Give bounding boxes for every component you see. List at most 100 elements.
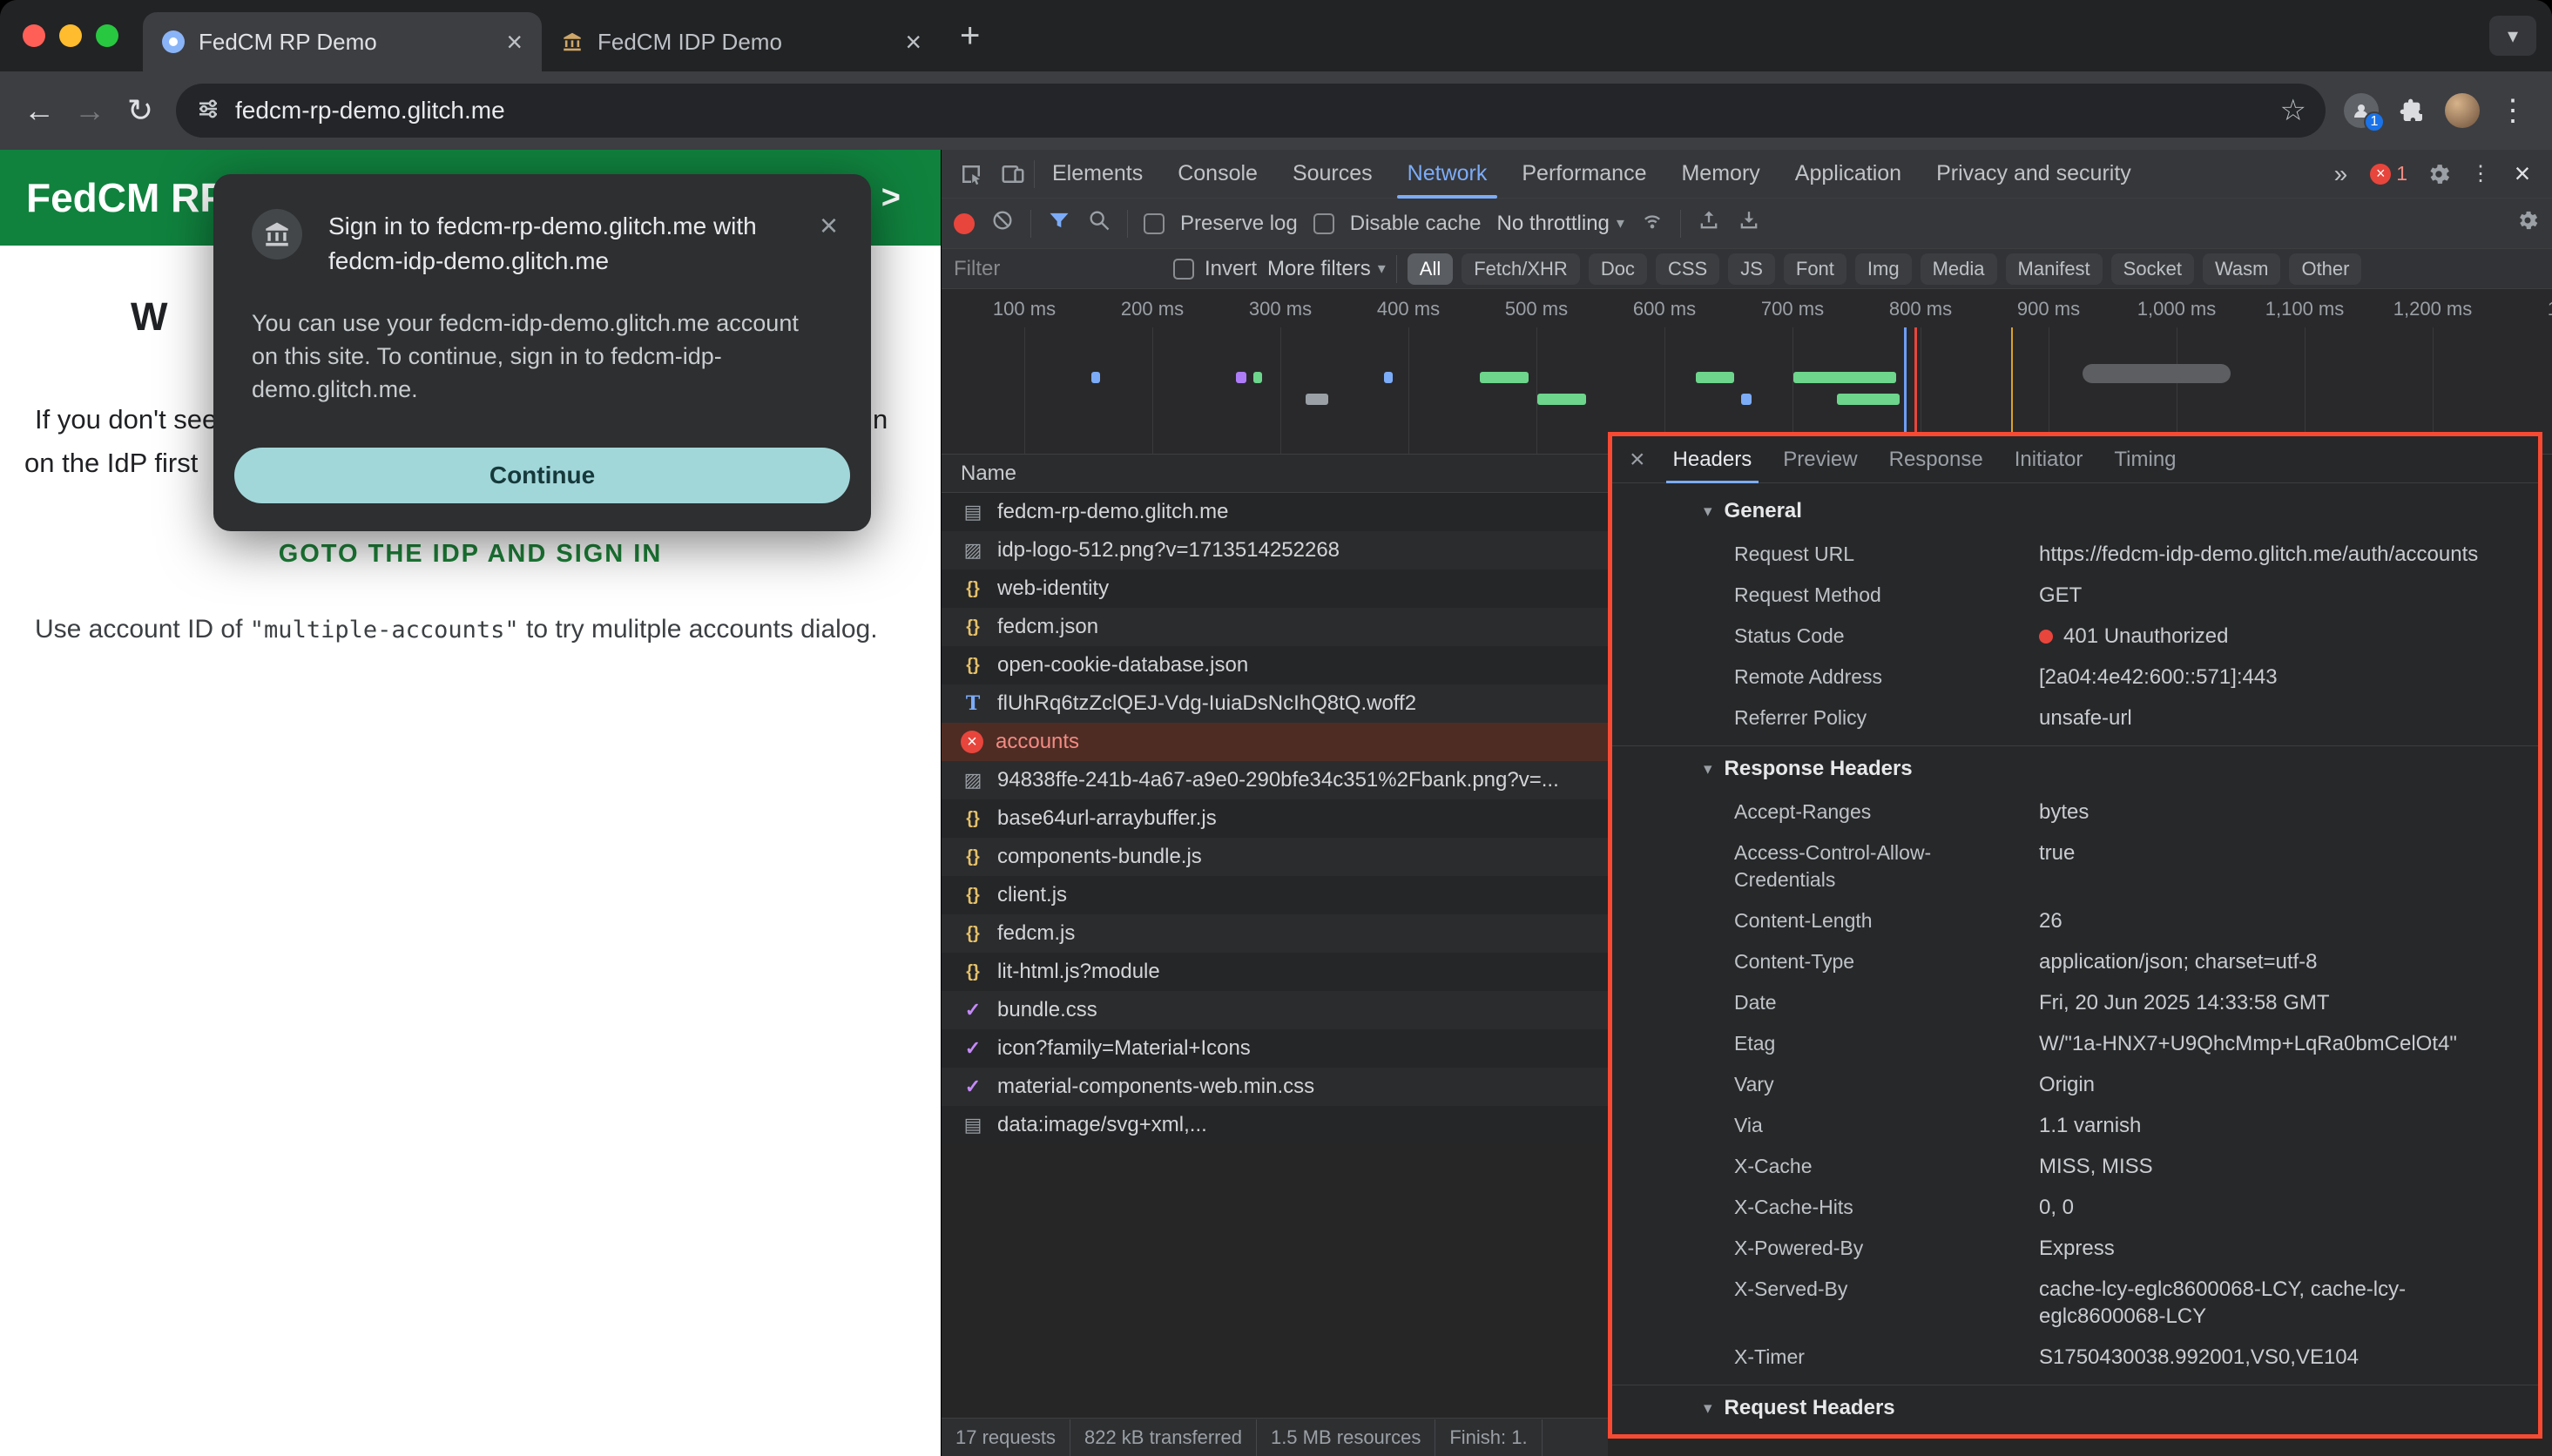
window-zoom-button[interactable] — [96, 24, 118, 47]
headers-panel-tab-preview[interactable]: Preview — [1767, 436, 1873, 483]
filter-chip-font[interactable]: Font — [1784, 253, 1846, 285]
back-button[interactable]: ← — [14, 85, 64, 136]
filter-chip-all[interactable]: All — [1408, 253, 1453, 285]
url-text[interactable]: fedcm-rp-demo.glitch.me — [235, 97, 2266, 125]
devtools-tab-application[interactable]: Application — [1778, 150, 1919, 199]
goto-idp-link[interactable]: GOTO THE IDP AND SIGN IN — [0, 540, 941, 569]
filter-input[interactable] — [954, 257, 1163, 281]
reload-button[interactable]: ↻ — [115, 85, 165, 136]
filter-chip-other[interactable]: Other — [2289, 253, 2361, 285]
filter-chip-doc[interactable]: Doc — [1589, 253, 1647, 285]
close-details-icon[interactable]: × — [1612, 445, 1657, 475]
devtools-settings-icon[interactable] — [2418, 153, 2460, 195]
request-row[interactable]: {}lit-html.js?module — [942, 953, 1608, 991]
filter-chip-media[interactable]: Media — [1921, 253, 1997, 285]
invert-checkbox[interactable] — [1173, 259, 1194, 280]
browser-menu-icon[interactable]: ⋮ — [2488, 85, 2538, 136]
timeline-selection-pill[interactable] — [2083, 364, 2231, 383]
bookmark-star-icon[interactable]: ☆ — [2280, 93, 2306, 128]
extensions-icon[interactable] — [2387, 85, 2437, 136]
request-row[interactable]: ✓icon?family=Material+Icons — [942, 1029, 1608, 1068]
request-row[interactable]: ✓bundle.css — [942, 991, 1608, 1029]
devtools-tab-elements[interactable]: Elements — [1035, 150, 1160, 199]
file-type-json-icon: {} — [961, 617, 985, 637]
request-row[interactable]: {}web-identity — [942, 570, 1608, 608]
request-row[interactable]: ▨94838ffe-241b-4a67-a9e0-290bfe34c351%2F… — [942, 761, 1608, 799]
tab-close-icon[interactable]: × — [506, 28, 523, 56]
preserve-log-checkbox[interactable] — [1144, 213, 1165, 234]
filter-toggle-icon[interactable] — [1047, 208, 1071, 239]
request-row[interactable]: {}base64url-arraybuffer.js — [942, 799, 1608, 838]
browser-tab-rp-demo[interactable]: FedCM RP Demo × — [143, 12, 542, 71]
disable-cache-checkbox[interactable] — [1313, 213, 1334, 234]
filter-chip-socket[interactable]: Socket — [2111, 253, 2194, 285]
filter-chip-wasm[interactable]: Wasm — [2203, 253, 2281, 285]
inspect-element-icon[interactable] — [950, 153, 992, 195]
network-conditions-icon[interactable] — [1640, 208, 1664, 239]
devtools-tab-performance[interactable]: Performance — [1504, 150, 1664, 199]
headers-panel-tab-initiator[interactable]: Initiator — [1999, 436, 2099, 483]
request-row[interactable]: ✓material-components-web.min.css — [942, 1068, 1608, 1106]
window-close-button[interactable] — [23, 24, 45, 47]
export-har-icon[interactable] — [1737, 208, 1761, 239]
filter-chip-img[interactable]: Img — [1855, 253, 1912, 285]
filter-chip-fetch-xhr[interactable]: Fetch/XHR — [1462, 253, 1580, 285]
request-row[interactable]: {}fedcm.json — [942, 608, 1608, 646]
error-count: 1 — [2396, 162, 2407, 185]
header-name: X-Powered-By — [1734, 1235, 2039, 1262]
tab-search-button[interactable]: ▾ — [2489, 16, 2536, 56]
import-har-icon[interactable] — [1697, 208, 1721, 239]
profile-avatar[interactable] — [2437, 85, 2488, 136]
section-header[interactable]: ▾Response Headers — [1612, 745, 2538, 792]
request-row[interactable]: {}client.js — [942, 876, 1608, 914]
site-settings-icon[interactable] — [195, 96, 221, 126]
name-column-header[interactable]: Name — [942, 455, 1608, 493]
record-network-log-button[interactable] — [954, 213, 975, 234]
throttling-dropdown[interactable]: No throttling ▾ — [1496, 212, 1624, 236]
request-row[interactable]: ×accounts — [942, 723, 1608, 761]
clear-network-log-icon[interactable] — [990, 208, 1015, 239]
request-row[interactable]: ▤data:image/svg+xml,... — [942, 1106, 1608, 1144]
header-value: MISS, MISS — [2039, 1153, 2512, 1180]
console-error-badge[interactable]: × 1 — [2360, 162, 2418, 185]
network-settings-icon[interactable] — [2515, 208, 2540, 239]
fedcm-close-icon[interactable]: × — [820, 207, 838, 244]
device-toolbar-icon[interactable] — [992, 153, 1034, 195]
request-row[interactable]: {}fedcm.js — [942, 914, 1608, 953]
request-row[interactable]: {}components-bundle.js — [942, 838, 1608, 876]
search-icon[interactable] — [1087, 208, 1111, 239]
file-type-css-icon: ✓ — [961, 1037, 985, 1060]
devtools-tab-memory[interactable]: Memory — [1664, 150, 1777, 199]
more-filters-dropdown[interactable]: More filters ▾ — [1267, 257, 1386, 281]
header-name: Remote Address — [1734, 664, 2039, 691]
headers-panel-tab-headers[interactable]: Headers — [1657, 436, 1768, 483]
more-tabs-icon[interactable]: » — [2322, 160, 2360, 188]
devtools-tab-console[interactable]: Console — [1160, 150, 1275, 199]
timeline-overview[interactable]: 100 ms200 ms300 ms400 ms500 ms600 ms700 … — [942, 289, 2552, 455]
address-bar[interactable]: fedcm-rp-demo.glitch.me ☆ — [176, 84, 2326, 138]
headers-panel-tab-response[interactable]: Response — [1873, 436, 1999, 483]
profile-notification-icon[interactable]: 1 — [2336, 85, 2387, 136]
window-minimize-button[interactable] — [59, 24, 82, 47]
forward-button[interactable]: → — [64, 85, 115, 136]
devtools-tab-privacy-and-security[interactable]: Privacy and security — [1919, 150, 2149, 199]
section-header[interactable]: ▾General — [1612, 489, 2538, 534]
new-tab-button[interactable]: + — [960, 17, 980, 56]
request-name: 94838ffe-241b-4a67-a9e0-290bfe34c351%2Fb… — [997, 768, 1559, 792]
filter-chip-js[interactable]: JS — [1728, 253, 1775, 285]
headers-panel-tab-timing[interactable]: Timing — [2098, 436, 2191, 483]
devtools-tab-sources[interactable]: Sources — [1275, 150, 1390, 199]
devtools-menu-icon[interactable]: ⋮ — [2460, 153, 2501, 195]
browser-tab-idp-demo[interactable]: FedCM IDP Demo × — [542, 12, 941, 71]
tab-close-icon[interactable]: × — [905, 28, 922, 56]
request-row[interactable]: {}open-cookie-database.json — [942, 646, 1608, 684]
filter-chip-css[interactable]: CSS — [1656, 253, 1719, 285]
devtools-close-icon[interactable]: × — [2501, 153, 2543, 195]
request-row[interactable]: ▤fedcm-rp-demo.glitch.me — [942, 493, 1608, 531]
request-row[interactable]: TflUhRq6tzZclQEJ-Vdg-IuiaDsNcIhQ8tQ.woff… — [942, 684, 1608, 723]
request-row[interactable]: ▨idp-logo-512.png?v=1713514252268 — [942, 531, 1608, 570]
filter-chip-manifest[interactable]: Manifest — [2006, 253, 2103, 285]
continue-button[interactable]: Continue — [234, 448, 850, 503]
section-header[interactable]: ▾Request Headers — [1612, 1385, 2538, 1431]
devtools-tab-network[interactable]: Network — [1390, 150, 1505, 199]
